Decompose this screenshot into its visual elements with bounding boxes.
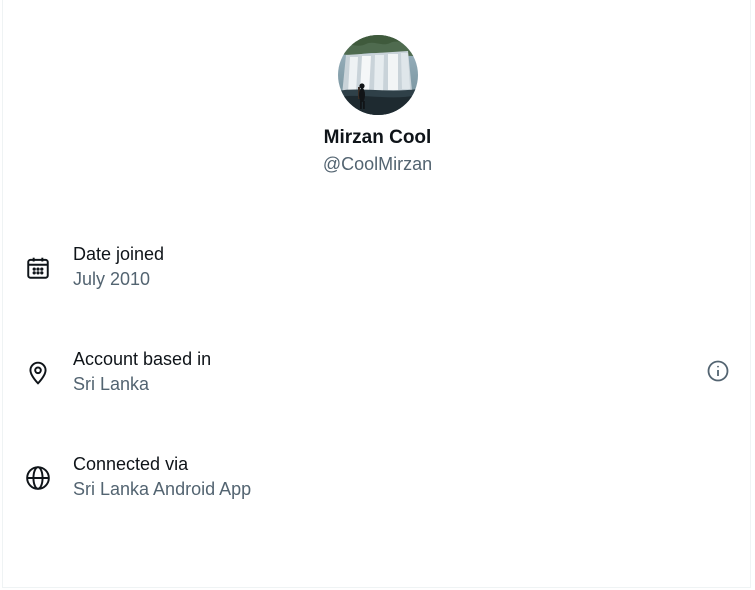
display-name: Mirzan Cool <box>323 127 432 148</box>
date-joined-row: Date joined July 2010 <box>0 242 755 302</box>
avatar[interactable] <box>337 35 418 115</box>
handle: @CoolMirzan <box>322 154 433 174</box>
globe-icon <box>24 464 52 492</box>
avatar-waterfall-image <box>337 35 418 115</box>
connected-via-value: Sri Lanka Android App <box>73 479 252 499</box>
date-joined-label: Date joined <box>73 244 165 264</box>
account-based-in-value: Sri Lanka <box>73 374 150 394</box>
account-based-in-row: Account based in Sri Lanka <box>0 347 755 407</box>
profile-header: Mirzan Cool @CoolMirzan <box>0 35 755 175</box>
account-based-in-label: Account based in <box>73 349 212 369</box>
location-pin-icon <box>24 359 52 387</box>
connected-via-row: Connected via Sri Lanka Android App <box>0 452 755 512</box>
date-joined-value: July 2010 <box>73 269 151 289</box>
calendar-icon <box>24 254 52 282</box>
info-icon[interactable] <box>705 358 731 384</box>
connected-via-label: Connected via <box>73 454 189 474</box>
